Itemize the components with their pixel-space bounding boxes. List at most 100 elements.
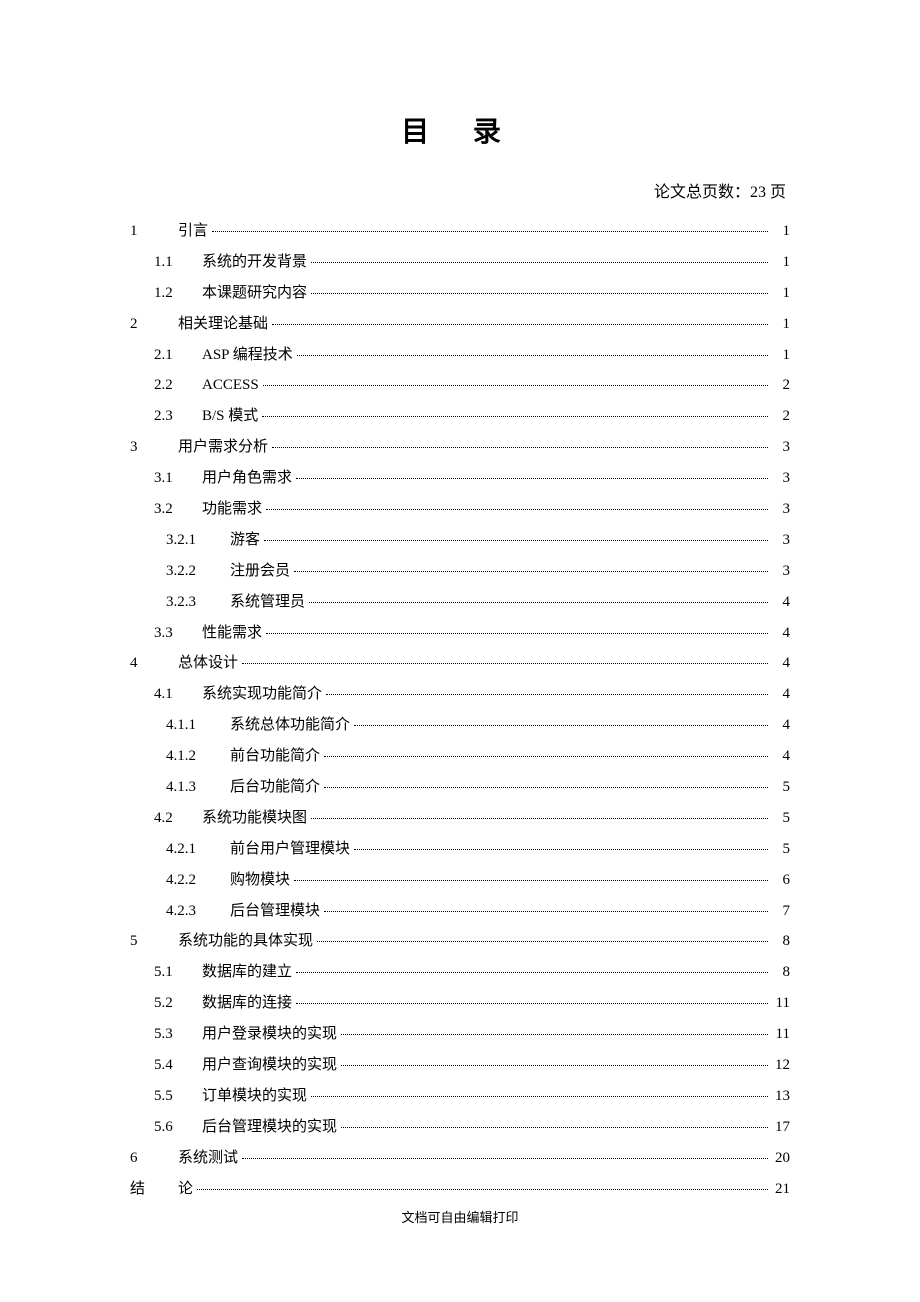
toc-entry-number: 5.4 xyxy=(154,1050,202,1081)
toc-entry-number: 4.1.2 xyxy=(166,741,230,772)
toc-entry[interactable]: 1.2本课题研究内容1 xyxy=(130,278,790,309)
toc-leader-dots xyxy=(311,251,768,266)
toc-entry-label: 前台功能简介 xyxy=(230,741,320,772)
toc-entry-label: 性能需求 xyxy=(202,618,262,649)
toc-entry-number: 1 xyxy=(130,216,178,247)
toc-entry-label: 游客 xyxy=(230,525,260,556)
toc-leader-dots xyxy=(341,1054,768,1069)
toc-leader-dots xyxy=(296,961,768,976)
toc-entry[interactable]: 3.2功能需求 3 xyxy=(130,494,790,525)
toc-entry[interactable]: 3.2.1游客3 xyxy=(130,525,790,556)
toc-entry-number: 5 xyxy=(130,926,178,957)
toc-entry-label: 系统总体功能简介 xyxy=(230,710,350,741)
toc-entry-page: 5 xyxy=(772,772,790,803)
toc-entry[interactable]: 5.1数据库的建立8 xyxy=(130,957,790,988)
toc-entry-page: 3 xyxy=(772,494,790,525)
toc-entry[interactable]: 4.1系统实现功能简介4 xyxy=(130,679,790,710)
toc-entry[interactable]: 4.2.1前台用户管理模块5 xyxy=(130,834,790,865)
toc-entry[interactable]: 4.2系统功能模块图5 xyxy=(130,803,790,834)
toc-entry[interactable]: 1.1系统的开发背景1 xyxy=(130,247,790,278)
toc-entry-page: 12 xyxy=(772,1050,790,1081)
table-of-contents: 1引言11.1系统的开发背景11.2本课题研究内容12相关理论基础12.1ASP… xyxy=(130,216,790,1205)
toc-entry[interactable]: 3.3性能需求4 xyxy=(130,618,790,649)
toc-entry[interactable]: 4.1.3后台功能简介5 xyxy=(130,772,790,803)
toc-leader-dots xyxy=(326,683,768,698)
toc-leader-dots xyxy=(324,745,768,760)
toc-entry-label: 功能需求 xyxy=(202,494,262,525)
toc-entry[interactable]: 4.2.2购物模块6 xyxy=(130,865,790,896)
toc-leader-dots xyxy=(296,992,768,1007)
toc-entry-page: 17 xyxy=(772,1112,790,1143)
toc-entry-page: 20 xyxy=(772,1143,790,1174)
toc-entry-label: 系统测试 xyxy=(178,1143,238,1174)
toc-entry[interactable]: 4.2.3后台管理模块7 xyxy=(130,896,790,927)
toc-entry-page: 11 xyxy=(772,988,790,1019)
toc-leader-dots xyxy=(296,467,768,482)
toc-entry-page: 1 xyxy=(772,278,790,309)
toc-entry-label: 用户查询模块的实现 xyxy=(202,1050,337,1081)
toc-entry-number: 3.2.3 xyxy=(166,587,230,618)
toc-entry[interactable]: 结论21 xyxy=(130,1174,790,1205)
toc-leader-dots xyxy=(212,220,768,235)
toc-entry[interactable]: 5.6后台管理模块的实现 17 xyxy=(130,1112,790,1143)
toc-entry[interactable]: 1引言1 xyxy=(130,216,790,247)
toc-entry-number: 4.1 xyxy=(154,679,202,710)
toc-entry[interactable]: 5.3用户登录模块的实现11 xyxy=(130,1019,790,1050)
toc-entry-label: 系统管理员 xyxy=(230,587,305,618)
toc-entry[interactable]: 5.5订单模块的实现13 xyxy=(130,1081,790,1112)
toc-leader-dots xyxy=(266,498,768,513)
toc-leader-dots xyxy=(311,1085,768,1100)
toc-leader-dots xyxy=(354,714,768,729)
toc-entry-number: 1.2 xyxy=(154,278,202,309)
toc-entry[interactable]: 5.2数据库的连接11 xyxy=(130,988,790,1019)
toc-entry-page: 4 xyxy=(772,710,790,741)
toc-entry-label: 用户角色需求 xyxy=(202,463,292,494)
toc-entry-label: 系统功能的具体实现 xyxy=(178,926,313,957)
toc-entry-label: 前台用户管理模块 xyxy=(230,834,350,865)
toc-entry[interactable]: 2.2ACCESS2 xyxy=(130,370,790,401)
toc-title: 目 录 xyxy=(130,110,790,150)
toc-entry-number: 5.1 xyxy=(154,957,202,988)
toc-leader-dots xyxy=(294,560,768,575)
toc-entry-page: 3 xyxy=(772,556,790,587)
toc-entry[interactable]: 6系统测试20 xyxy=(130,1143,790,1174)
toc-entry-page: 1 xyxy=(772,216,790,247)
toc-entry[interactable]: 5系统功能的具体实现8 xyxy=(130,926,790,957)
toc-entry-page: 5 xyxy=(772,803,790,834)
toc-entry-number: 3.2 xyxy=(154,494,202,525)
toc-entry[interactable]: 2.1ASP 编程技术 1 xyxy=(130,340,790,371)
toc-entry-label: 数据库的建立 xyxy=(202,957,292,988)
toc-entry[interactable]: 2.3B/S 模式2 xyxy=(130,401,790,432)
toc-entry-page: 4 xyxy=(772,679,790,710)
toc-entry-number: 5.6 xyxy=(154,1112,202,1143)
toc-leader-dots xyxy=(263,374,768,389)
toc-entry[interactable]: 3.1用户角色需求3 xyxy=(130,463,790,494)
toc-leader-dots xyxy=(272,436,768,451)
toc-entry-page: 2 xyxy=(772,370,790,401)
toc-entry[interactable]: 3用户需求分析3 xyxy=(130,432,790,463)
toc-entry-label: 后台管理模块的实现 xyxy=(202,1112,337,1143)
toc-leader-dots xyxy=(264,529,768,544)
toc-entry[interactable]: 4.1.2前台功能简介4 xyxy=(130,741,790,772)
toc-entry-number: 5.3 xyxy=(154,1019,202,1050)
toc-entry-number: 2 xyxy=(130,309,178,340)
toc-entry[interactable]: 5.4用户查询模块的实现 12 xyxy=(130,1050,790,1081)
toc-entry[interactable]: 3.2.3系统管理员4 xyxy=(130,587,790,618)
toc-entry[interactable]: 4总体设计4 xyxy=(130,648,790,679)
toc-entry-label: B/S 模式 xyxy=(202,401,258,432)
toc-leader-dots xyxy=(311,282,768,297)
toc-entry-page: 6 xyxy=(772,865,790,896)
toc-entry[interactable]: 2相关理论基础1 xyxy=(130,309,790,340)
toc-entry-label: ASP 编程技术 xyxy=(202,340,293,371)
toc-leader-dots xyxy=(272,313,768,328)
toc-entry-label: 订单模块的实现 xyxy=(202,1081,307,1112)
toc-entry[interactable]: 4.1.1系统总体功能简介4 xyxy=(130,710,790,741)
toc-entry[interactable]: 3.2.2注册会员3 xyxy=(130,556,790,587)
toc-entry-number: 2.1 xyxy=(154,340,202,371)
toc-entry-page: 1 xyxy=(772,340,790,371)
toc-leader-dots xyxy=(317,930,768,945)
toc-entry-number: 4.2 xyxy=(154,803,202,834)
toc-entry-label: 用户登录模块的实现 xyxy=(202,1019,337,1050)
toc-leader-dots xyxy=(341,1116,768,1131)
toc-leader-dots xyxy=(294,869,768,884)
